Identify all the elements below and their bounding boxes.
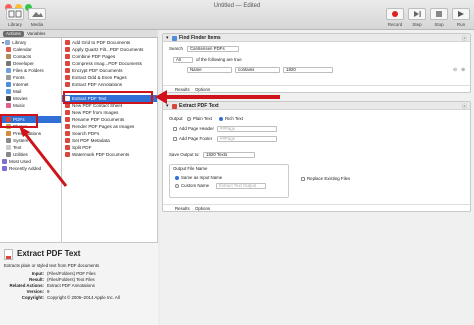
annotation-arrows xyxy=(19,90,280,187)
annotation-arrow-to-extract-text xyxy=(155,90,280,104)
annotation-arrow-to-pdfs xyxy=(19,126,68,187)
